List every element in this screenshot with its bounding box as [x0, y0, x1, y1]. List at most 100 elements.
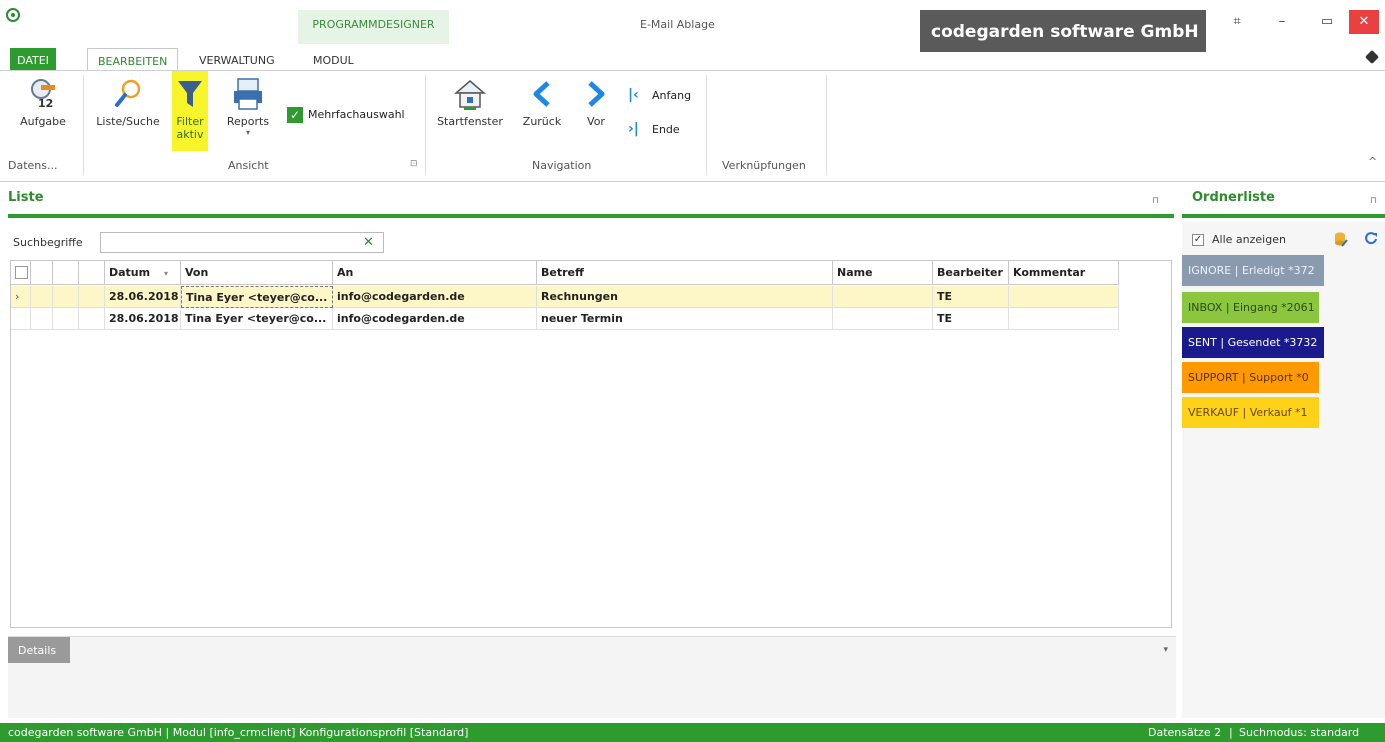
title-bar: PROGRAMMDESIGNER E-Mail Ablage codegarde… — [0, 0, 1385, 52]
ribbon-tabs: DATEI BEARBEITEN VERWALTUNG MODUL — [0, 44, 1385, 72]
anfang-button[interactable]: Anfang — [652, 89, 691, 102]
minimize-button[interactable]: – — [1267, 14, 1297, 36]
folder-verkauf[interactable]: VERKAUF | Verkauf *1 — [1182, 397, 1319, 428]
cell-von: Tina Eyer <teyer@co... — [181, 286, 333, 308]
alle-anzeigen-label: Alle anzeigen — [1212, 233, 1286, 246]
mehrfachauswahl-checkbox[interactable]: ✓ — [287, 107, 303, 123]
cell-von: Tina Eyer <teyer@co... — [181, 308, 333, 330]
vor-label: Vor — [587, 115, 605, 128]
chevron-right-icon — [580, 77, 612, 111]
chevron-left-icon — [526, 77, 558, 111]
ribbon: 12 Aufgabe Liste/Suche Filter aktiv Repo… — [0, 70, 1385, 182]
ende-button[interactable]: Ende — [652, 123, 680, 136]
group-label-ansicht: Ansicht — [228, 159, 269, 172]
vor-button[interactable]: Vor — [578, 71, 614, 128]
row-cell-blank — [31, 286, 53, 308]
row-cell-blank — [79, 286, 105, 308]
tab-bearbeiten[interactable]: BEARBEITEN — [87, 48, 179, 72]
column-an[interactable]: An — [333, 261, 537, 285]
cell-bearbeiter: TE — [933, 308, 1009, 330]
liste-pin-icon[interactable]: ⊓ — [1152, 196, 1159, 206]
column-betreff[interactable]: Betreff — [537, 261, 833, 285]
reports-dropdown-icon[interactable]: ▾ — [222, 128, 274, 137]
folder-support[interactable]: SUPPORT | Support *0 — [1182, 362, 1319, 393]
funnel-icon — [175, 77, 205, 111]
column-bearbeiter[interactable]: Bearbeiter — [933, 261, 1009, 285]
row-indicator-icon: › — [11, 286, 31, 308]
startfenster-label: Startfenster — [437, 115, 503, 128]
grid-header-spacer — [53, 261, 79, 285]
context-tab-programmdesigner[interactable]: PROGRAMMDESIGNER — [298, 10, 449, 44]
column-kommentar[interactable]: Kommentar — [1009, 261, 1119, 285]
close-button[interactable]: ✕ — [1349, 10, 1379, 34]
ordnerliste-title: Ordnerliste — [1192, 190, 1275, 205]
restore-icon[interactable]: ⌗ — [1222, 14, 1252, 36]
refresh-icon[interactable] — [1364, 231, 1378, 245]
reports-label: Reports — [226, 115, 270, 128]
tab-datei[interactable]: DATEI — [10, 48, 56, 71]
group-separator — [425, 75, 426, 175]
liste-title: Liste — [8, 190, 44, 205]
maximize-button[interactable]: ▭ — [1312, 14, 1342, 36]
ordnerliste-accent-bar — [1182, 214, 1385, 218]
tab-details[interactable]: Details — [8, 637, 70, 663]
status-divider: | — [1229, 726, 1233, 739]
cell-kommentar — [1009, 308, 1119, 330]
window-title: E-Mail Ablage — [640, 18, 715, 31]
table-row[interactable]: › 28.06.2018 Tina Eyer <teyer@co... info… — [11, 286, 1119, 308]
chevron-down-icon[interactable]: ▾ — [1163, 645, 1168, 655]
clear-search-icon[interactable]: ✕ — [363, 235, 374, 250]
tab-verwaltung[interactable]: VERWALTUNG — [189, 48, 285, 71]
folder-inbox[interactable]: INBOX | Eingang *2061 — [1182, 292, 1319, 323]
select-all-checkbox[interactable] — [11, 261, 31, 285]
aufgabe-badge: 12 — [38, 97, 53, 110]
aufgabe-button[interactable]: 12 Aufgabe — [16, 71, 70, 128]
folder-sent[interactable]: SENT | Gesendet *3732 — [1182, 327, 1324, 358]
column-datum-label: Datum — [109, 266, 151, 279]
aufgabe-label: Aufgabe — [20, 115, 66, 128]
liste-suche-label: Liste/Suche — [96, 115, 160, 128]
mail-grid: Datum ▾ Von An Betreff Name Bearbeiter K… — [10, 260, 1172, 628]
filter-label: Filter — [176, 115, 204, 128]
filter-button[interactable]: Filter aktiv — [172, 71, 208, 151]
zurueck-button[interactable]: Zurück — [520, 71, 564, 128]
ordnerliste-panel: ✓ Alle anzeigen IGNORE | Erledigt *372 I… — [1182, 222, 1385, 718]
search-input[interactable] — [100, 232, 384, 253]
row-cell-blank — [11, 308, 31, 330]
cell-betreff: neuer Termin — [537, 308, 833, 330]
app-icon[interactable] — [6, 8, 20, 22]
liste-accent-bar — [8, 214, 1174, 218]
cell-bearbeiter: TE — [933, 286, 1009, 308]
ordnerliste-pin-icon[interactable]: ⊓ — [1370, 196, 1377, 206]
calendar-clock-icon: 12 — [27, 77, 59, 111]
details-panel: Details ▾ — [8, 636, 1176, 718]
grid-header-spacer — [31, 261, 53, 285]
database-edit-icon[interactable] — [1334, 231, 1348, 247]
collapse-ribbon-icon[interactable]: ^ — [1368, 155, 1377, 168]
ende-icon: ›| — [628, 121, 639, 137]
liste-suche-button[interactable]: Liste/Suche — [92, 71, 164, 128]
column-datum[interactable]: Datum ▾ — [105, 261, 181, 285]
folder-ignore[interactable]: IGNORE | Erledigt *372 — [1182, 255, 1324, 286]
group-label-navigation: Navigation — [532, 159, 592, 172]
status-left: codegarden software GmbH | Modul [info_c… — [8, 726, 469, 739]
column-name[interactable]: Name — [833, 261, 933, 285]
sort-desc-icon[interactable]: ▾ — [164, 269, 168, 278]
group-separator — [826, 75, 827, 175]
ansicht-launcher-icon[interactable]: ⊡ — [410, 159, 418, 169]
row-cell-blank — [31, 308, 53, 330]
mehrfachauswahl-label: Mehrfachauswahl — [308, 108, 405, 121]
grid-header-spacer — [79, 261, 105, 285]
status-suchmodus: Suchmodus: standard — [1239, 726, 1360, 739]
magnifier-icon — [112, 77, 144, 111]
printer-icon — [232, 77, 264, 111]
table-row[interactable]: 28.06.2018 Tina Eyer <teyer@co... info@c… — [11, 308, 1119, 330]
group-separator — [706, 75, 707, 175]
tab-modul[interactable]: MODUL — [303, 48, 364, 71]
column-von[interactable]: Von — [181, 261, 333, 285]
alle-anzeigen-checkbox[interactable]: ✓ — [1192, 234, 1204, 246]
row-cell-blank — [79, 308, 105, 330]
startfenster-button[interactable]: Startfenster — [432, 71, 508, 128]
reports-button[interactable]: Reports ▾ — [222, 71, 274, 137]
pin-icon[interactable] — [1364, 49, 1380, 65]
